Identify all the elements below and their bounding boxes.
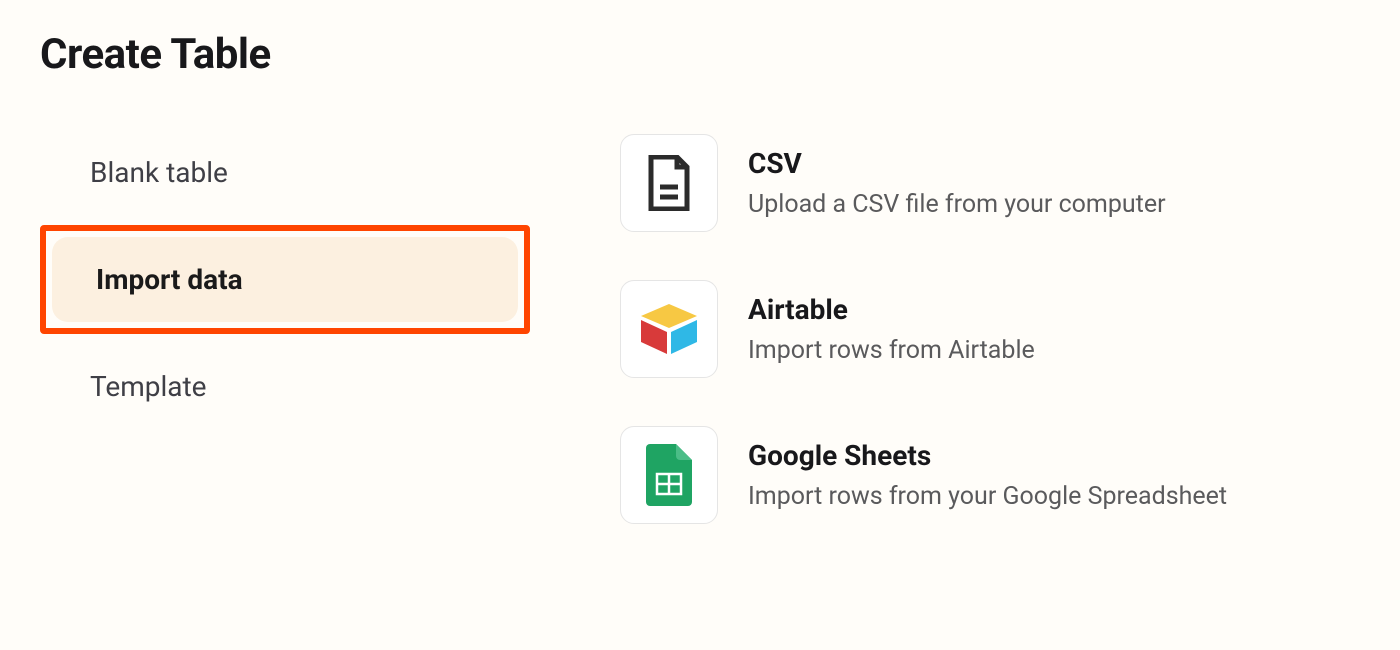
import-option-csv[interactable]: CSV Upload a CSV file from your computer (620, 134, 1360, 232)
import-option-description: Import rows from Airtable (748, 336, 1035, 365)
import-option-description: Import rows from your Google Spreadsheet (748, 482, 1227, 511)
create-table-sidebar: Blank table Import data Template (40, 134, 530, 425)
import-option-google-sheets[interactable]: Google Sheets Import rows from your Goog… (620, 426, 1360, 524)
sidebar-item-template[interactable]: Template (40, 348, 530, 425)
import-option-text: Google Sheets Import rows from your Goog… (748, 439, 1227, 511)
import-option-description: Upload a CSV file from your computer (748, 190, 1166, 219)
import-option-title: CSV (748, 147, 1166, 180)
import-options-list: CSV Upload a CSV file from your computer… (530, 134, 1360, 524)
import-option-text: CSV Upload a CSV file from your computer (748, 147, 1166, 219)
airtable-icon (620, 280, 718, 378)
import-option-airtable[interactable]: Airtable Import rows from Airtable (620, 280, 1360, 378)
import-option-title: Google Sheets (748, 439, 1227, 472)
sidebar-item-blank-table[interactable]: Blank table (40, 134, 530, 211)
import-option-title: Airtable (748, 293, 1035, 326)
content-row: Blank table Import data Template (40, 134, 1360, 524)
page-title: Create Table (40, 30, 1360, 79)
sidebar-item-import-data[interactable]: Import data (40, 225, 530, 334)
sidebar-item-label: Template (90, 370, 207, 403)
import-option-text: Airtable Import rows from Airtable (748, 293, 1035, 365)
sidebar-item-label: Blank table (90, 156, 228, 189)
sidebar-item-label: Import data (96, 263, 243, 296)
file-csv-icon (620, 134, 718, 232)
google-sheets-icon (620, 426, 718, 524)
